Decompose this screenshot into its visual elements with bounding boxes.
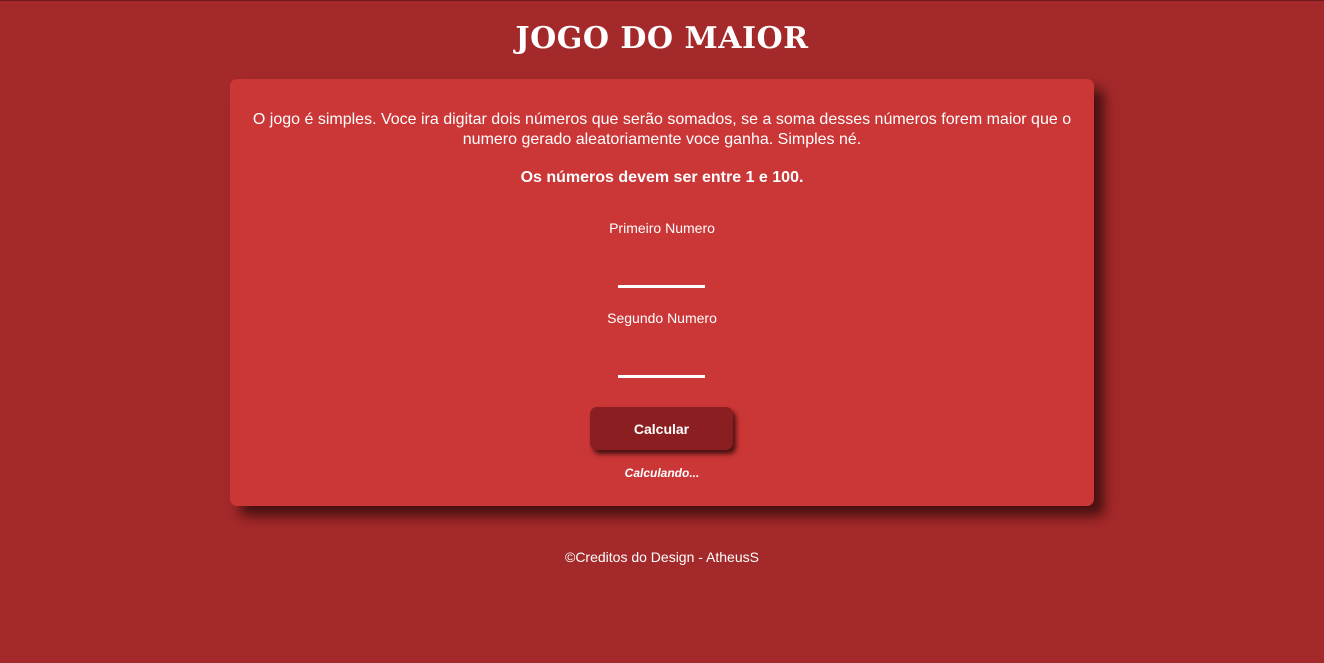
second-number-input[interactable] [618,352,705,378]
first-number-label: Primeiro Numero [609,220,715,236]
number-range-rule: Os números devem ser entre 1 e 100. [520,169,804,186]
second-number-label: Segundo Numero [607,310,717,326]
design-credits: ©Creditos do Design - AtheusS [565,549,759,565]
game-card: O jogo é simples. Voce ira digitar dois … [230,79,1094,506]
status-text: Calculando... [624,466,700,480]
game-instructions: O jogo é simples. Voce ira digitar dois … [252,111,1072,148]
page-title: JOGO DO MAIOR [515,21,809,56]
calculate-button[interactable]: Calcular [590,407,733,450]
first-number-input[interactable] [618,262,705,288]
